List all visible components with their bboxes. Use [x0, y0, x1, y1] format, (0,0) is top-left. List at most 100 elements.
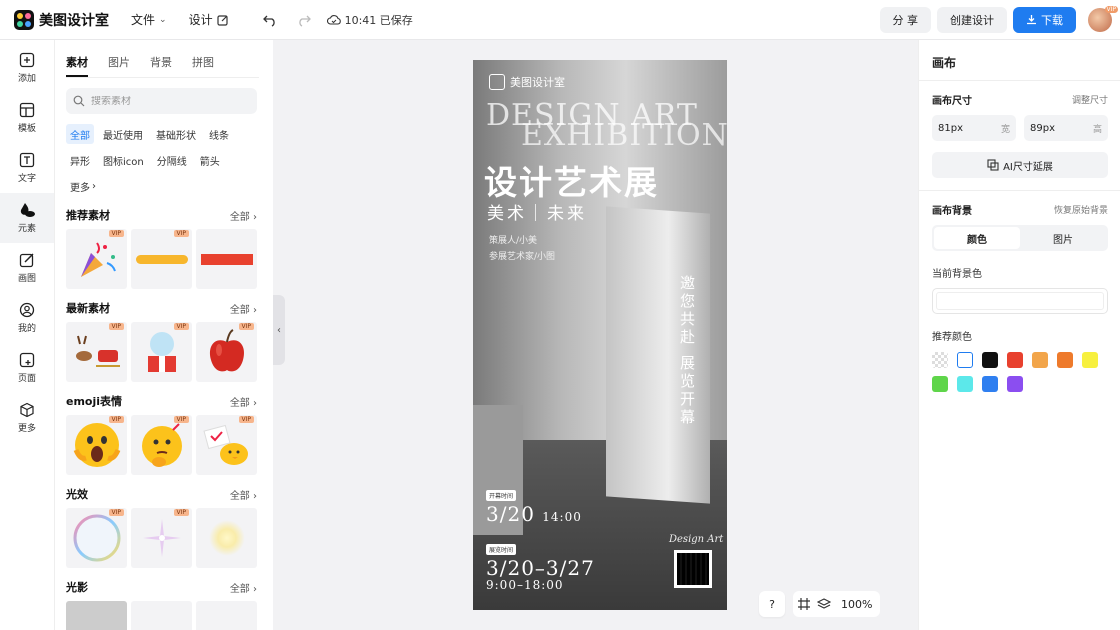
chip-dividers[interactable]: 分隔线: [153, 150, 191, 170]
chevron-right-icon: ›: [92, 180, 96, 192]
material-thumb[interactable]: [66, 601, 127, 630]
restore-bg-link[interactable]: 恢复原始背景: [1054, 203, 1108, 216]
color-swatch[interactable]: [1082, 352, 1098, 368]
tab-backgrounds[interactable]: 背景: [150, 54, 172, 77]
material-thumb[interactable]: VIP: [66, 508, 127, 568]
top-bar: 美图设计室 文件 ⌄ 设计 10:41 已保存 分 享 创建设计 下载 VIP: [0, 0, 1120, 40]
chip-more[interactable]: 更多 ›: [66, 176, 100, 196]
poster-brand-text: 美图设计室: [510, 76, 565, 89]
material-thumb[interactable]: VIP: [66, 415, 127, 475]
color-swatch[interactable]: [932, 352, 948, 368]
color-swatch[interactable]: [982, 352, 998, 368]
plus-square-icon: [19, 52, 35, 68]
chip-lines[interactable]: 线条: [205, 124, 233, 144]
height-field[interactable]: 89px 高: [1024, 115, 1108, 141]
rail-item-label: 添加: [17, 74, 36, 84]
vip-badge: VIP: [173, 416, 189, 423]
material-thumb[interactable]: VIP: [196, 322, 257, 382]
poster-artist: 参展艺术家/小图: [489, 252, 556, 262]
color-swatch[interactable]: [1007, 352, 1023, 368]
collapse-panel-handle[interactable]: ‹: [273, 295, 285, 365]
canvas-size-label: 画布尺寸: [932, 96, 972, 107]
scared-emoji-icon: [73, 423, 120, 467]
color-swatch[interactable]: [932, 376, 948, 392]
view-all-link[interactable]: 全部 ›: [230, 580, 257, 595]
chip-irregular[interactable]: 异形: [66, 150, 94, 170]
color-swatch[interactable]: [957, 376, 973, 392]
rail-item-page[interactable]: 页面: [0, 343, 54, 393]
seg-color[interactable]: 颜色: [934, 227, 1020, 249]
material-thumb[interactable]: [196, 601, 257, 630]
avatar[interactable]: VIP: [1088, 5, 1118, 32]
poster-vertical-text: 邀您共赴 展览开幕: [678, 275, 696, 427]
color-swatch[interactable]: [1007, 376, 1023, 392]
color-swatch[interactable]: [982, 376, 998, 392]
chip-recent[interactable]: 最近使用: [99, 124, 147, 144]
rail-item-elements[interactable]: 元素: [0, 193, 54, 243]
zoom-level[interactable]: 100%: [837, 598, 876, 611]
gift-globe-icon: [147, 332, 176, 372]
user-icon: [19, 302, 35, 318]
chip-more-label: 更多: [70, 182, 90, 194]
current-bg-color[interactable]: [932, 288, 1108, 314]
bg-type-switch: 颜色 图片: [932, 225, 1108, 251]
material-thumb[interactable]: VIP: [131, 415, 192, 475]
canvas-area[interactable]: ‹ 美图设计室 DESIGN ART EXHIBITION 设计艺术展 美术｜未…: [273, 40, 918, 630]
chip-all[interactable]: 全部: [66, 124, 94, 144]
chip-arrows[interactable]: 箭头: [196, 150, 224, 170]
app-logo[interactable]: 美图设计室: [14, 9, 109, 30]
material-thumb[interactable]: [131, 601, 192, 630]
chip-icons[interactable]: 图标icon: [99, 150, 148, 170]
poster-curator: 策展人/小美: [489, 236, 538, 246]
chip-basic-shapes[interactable]: 基础形状: [152, 124, 200, 144]
grid-icon[interactable]: [797, 597, 811, 611]
design-menu[interactable]: 设计: [189, 11, 229, 28]
seg-image[interactable]: 图片: [1020, 227, 1106, 249]
search-input[interactable]: [91, 95, 241, 107]
adjust-size-link[interactable]: 调整尺寸: [1072, 93, 1108, 106]
tab-materials[interactable]: 素材: [66, 54, 88, 77]
poster-canvas[interactable]: 美图设计室 DESIGN ART EXHIBITION 设计艺术展 美术｜未来 …: [473, 60, 727, 610]
rail-item-add[interactable]: 添加: [0, 43, 54, 93]
material-thumb[interactable]: VIP: [131, 229, 192, 289]
redo-icon[interactable]: [297, 13, 311, 27]
material-thumb[interactable]: VIP: [131, 322, 192, 382]
rail-item-text[interactable]: 文字: [0, 143, 54, 193]
material-thumb[interactable]: [196, 508, 257, 568]
ai-extend-label: AI尺寸延展: [1003, 161, 1053, 173]
color-swatch[interactable]: [1057, 352, 1073, 368]
ai-extend-button[interactable]: AI尺寸延展: [932, 152, 1108, 178]
poster-time1: 14:00: [542, 510, 582, 524]
help-button[interactable]: ?: [759, 591, 785, 617]
create-design-button[interactable]: 创建设计: [937, 6, 1007, 33]
height-unit: 高: [1092, 124, 1102, 135]
search-box[interactable]: [66, 88, 257, 114]
material-thumb[interactable]: VIP: [196, 415, 257, 475]
undo-icon[interactable]: [262, 13, 277, 27]
layers-icon[interactable]: [817, 597, 831, 611]
file-menu-label: 文件: [131, 13, 156, 27]
tab-images[interactable]: 图片: [108, 54, 130, 77]
material-thumb[interactable]: [196, 229, 257, 289]
rail-item-draw[interactable]: 画图: [0, 243, 54, 293]
vip-badge: VIP: [108, 230, 124, 237]
view-all-link[interactable]: 全部 ›: [230, 487, 257, 502]
view-all-link[interactable]: 全部 ›: [230, 301, 257, 316]
color-swatch[interactable]: [957, 352, 973, 368]
panel-divider: [919, 80, 1120, 81]
share-button[interactable]: 分 享: [879, 6, 931, 33]
material-thumb[interactable]: VIP: [131, 508, 192, 568]
color-swatch[interactable]: [1032, 352, 1048, 368]
rail-item-template[interactable]: 模板: [0, 93, 54, 143]
rail-item-mine[interactable]: 我的: [0, 293, 54, 343]
view-all-link[interactable]: 全部 ›: [230, 394, 257, 409]
tab-collage[interactable]: 拼图: [192, 54, 214, 77]
page-icon: [19, 352, 35, 368]
file-menu[interactable]: 文件 ⌄: [131, 11, 167, 28]
view-all-link[interactable]: 全部 ›: [230, 208, 257, 223]
width-field[interactable]: 81px 宽: [932, 115, 1016, 141]
rail-item-more[interactable]: 更多: [0, 393, 54, 443]
material-thumb[interactable]: VIP: [66, 229, 127, 289]
download-button[interactable]: 下载: [1013, 6, 1076, 33]
material-thumb[interactable]: VIP: [66, 322, 127, 382]
